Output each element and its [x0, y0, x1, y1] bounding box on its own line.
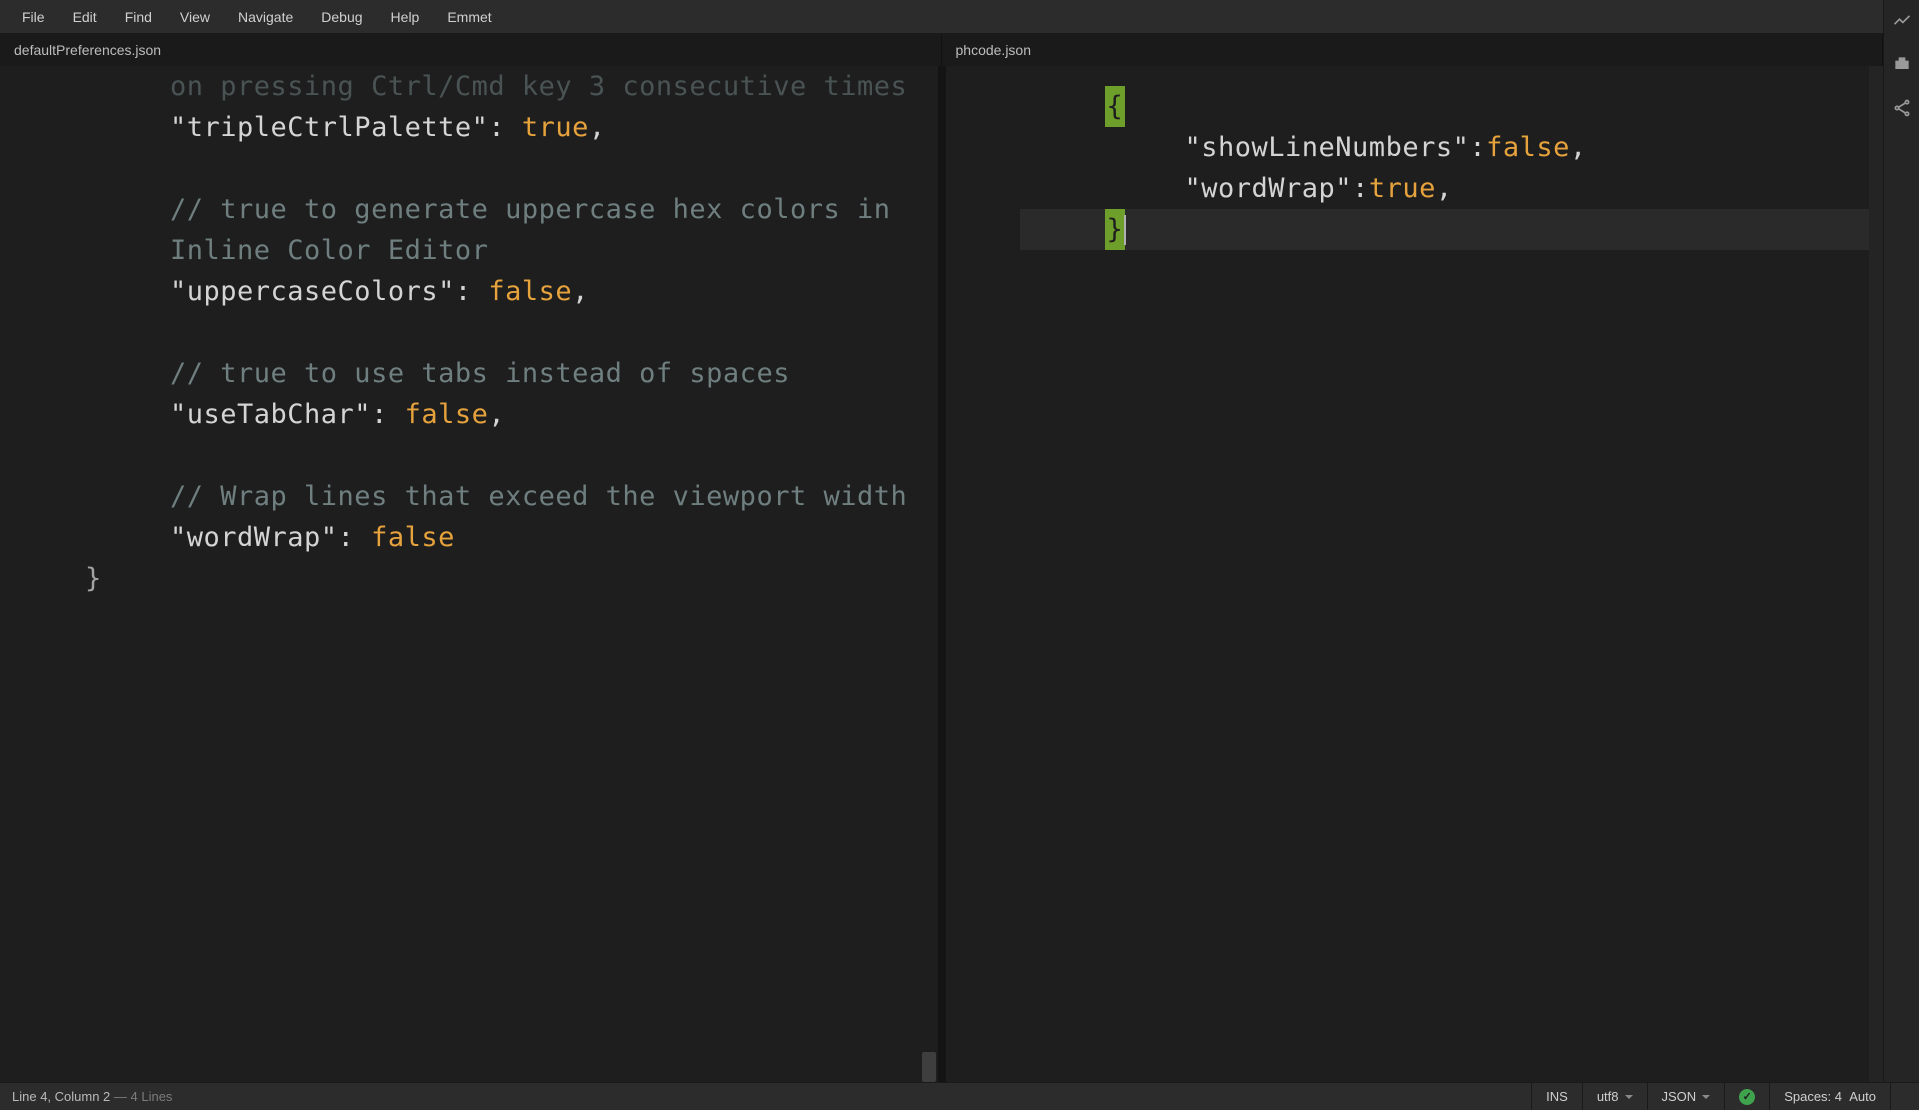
json-key: "tripleCtrlPalette" — [170, 112, 488, 143]
menu-emmet[interactable]: Emmet — [433, 3, 505, 31]
status-language[interactable]: JSON — [1647, 1083, 1725, 1110]
json-bool: false — [371, 522, 455, 553]
menu-help[interactable]: Help — [377, 3, 434, 31]
close-brace: } — [85, 558, 928, 599]
scrollbar-track[interactable] — [1869, 66, 1883, 1082]
json-bool: false — [488, 276, 572, 307]
code-comment: // true to use tabs instead of spaces — [85, 353, 928, 394]
menu-find[interactable]: Find — [111, 3, 166, 31]
colon: : — [488, 112, 522, 143]
code-right[interactable]: ▼ { "showLineNumbers": false, "wordWrap"… — [946, 66, 1884, 250]
check-icon: ✓ — [1739, 1089, 1755, 1105]
json-key: "uppercaseColors" — [170, 276, 455, 307]
json-key: "wordWrap" — [1185, 168, 1353, 209]
status-cursor-position[interactable]: Line 4, Column 2 — 4 Lines — [0, 1089, 184, 1104]
status-linecount: — 4 Lines — [110, 1089, 172, 1104]
scrollbar-thumb[interactable] — [922, 1052, 936, 1082]
code-line: "showLineNumbers": false, — [946, 127, 1884, 168]
status-encoding[interactable]: utf8 — [1582, 1083, 1647, 1110]
json-bool: true — [1369, 168, 1436, 209]
status-lint-ok[interactable]: ✓ — [1724, 1083, 1769, 1110]
code-line-active: } — [946, 209, 1884, 250]
tab-right-file[interactable]: phcode.json — [942, 34, 1884, 66]
status-cursor-text: Line 4, Column 2 — [12, 1089, 110, 1104]
code-comment: // Wrap lines that exceed the viewport w… — [85, 476, 928, 517]
text-cursor — [1124, 215, 1126, 245]
extensions-icon[interactable] — [1890, 52, 1914, 76]
editor-split: on pressing Ctrl/Cmd key 3 consecutive t… — [0, 66, 1883, 1082]
code-line: "uppercaseColors": false, — [85, 271, 928, 312]
menu-file[interactable]: File — [8, 3, 59, 31]
tab-row: defaultPreferences.json phcode.json — [0, 34, 1883, 66]
editor-pane-left[interactable]: on pressing Ctrl/Cmd key 3 consecutive t… — [0, 66, 938, 1082]
menu-navigate[interactable]: Navigate — [224, 3, 307, 31]
json-key: "showLineNumbers" — [1185, 127, 1470, 168]
json-bool: false — [1486, 127, 1570, 168]
code-left[interactable]: on pressing Ctrl/Cmd key 3 consecutive t… — [0, 66, 938, 599]
status-bar: Line 4, Column 2 — 4 Lines INS utf8 JSON… — [0, 1082, 1919, 1110]
json-bool: true — [522, 112, 589, 143]
status-chat-icon[interactable] — [1890, 1083, 1919, 1110]
editor-pane-right[interactable]: ▼ { "showLineNumbers": false, "wordWrap"… — [946, 66, 1884, 1082]
json-bool: false — [405, 399, 489, 430]
code-line: "useTabChar": false, — [85, 394, 928, 435]
status-indent-label: Spaces: 4 — [1784, 1089, 1842, 1104]
menubar: File Edit Find View Navigate Debug Help … — [0, 0, 1883, 34]
app-root: File Edit Find View Navigate Debug Help … — [0, 0, 1919, 1110]
status-indent[interactable]: Spaces: 4 Auto — [1769, 1083, 1890, 1110]
share-icon[interactable] — [1890, 96, 1914, 120]
json-key: "useTabChar" — [170, 399, 371, 430]
pane-splitter[interactable] — [938, 66, 946, 1082]
gutter — [946, 66, 1020, 1082]
close-brace-match: } — [1105, 209, 1126, 250]
code-line: ▼ { — [946, 86, 1884, 127]
menu-view[interactable]: View — [166, 3, 224, 31]
code-line: "wordWrap": true, — [946, 168, 1884, 209]
tab-left-file[interactable]: defaultPreferences.json — [0, 34, 942, 66]
live-preview-icon[interactable] — [1890, 8, 1914, 32]
open-brace-match: { — [1105, 86, 1126, 127]
menu-debug[interactable]: Debug — [307, 3, 376, 31]
code-line: "wordWrap": false — [85, 517, 928, 558]
side-toolbar — [1883, 0, 1919, 1082]
status-insert-mode[interactable]: INS — [1531, 1083, 1582, 1110]
code-line: "tripleCtrlPalette": true, — [85, 107, 928, 148]
status-indent-auto: Auto — [1849, 1089, 1876, 1104]
menu-edit[interactable]: Edit — [59, 3, 111, 31]
code-comment-partial: on pressing Ctrl/Cmd key 3 consecutive t… — [85, 66, 928, 107]
json-key: "wordWrap" — [170, 522, 338, 553]
code-comment: // true to generate uppercase hex colors… — [85, 189, 928, 271]
